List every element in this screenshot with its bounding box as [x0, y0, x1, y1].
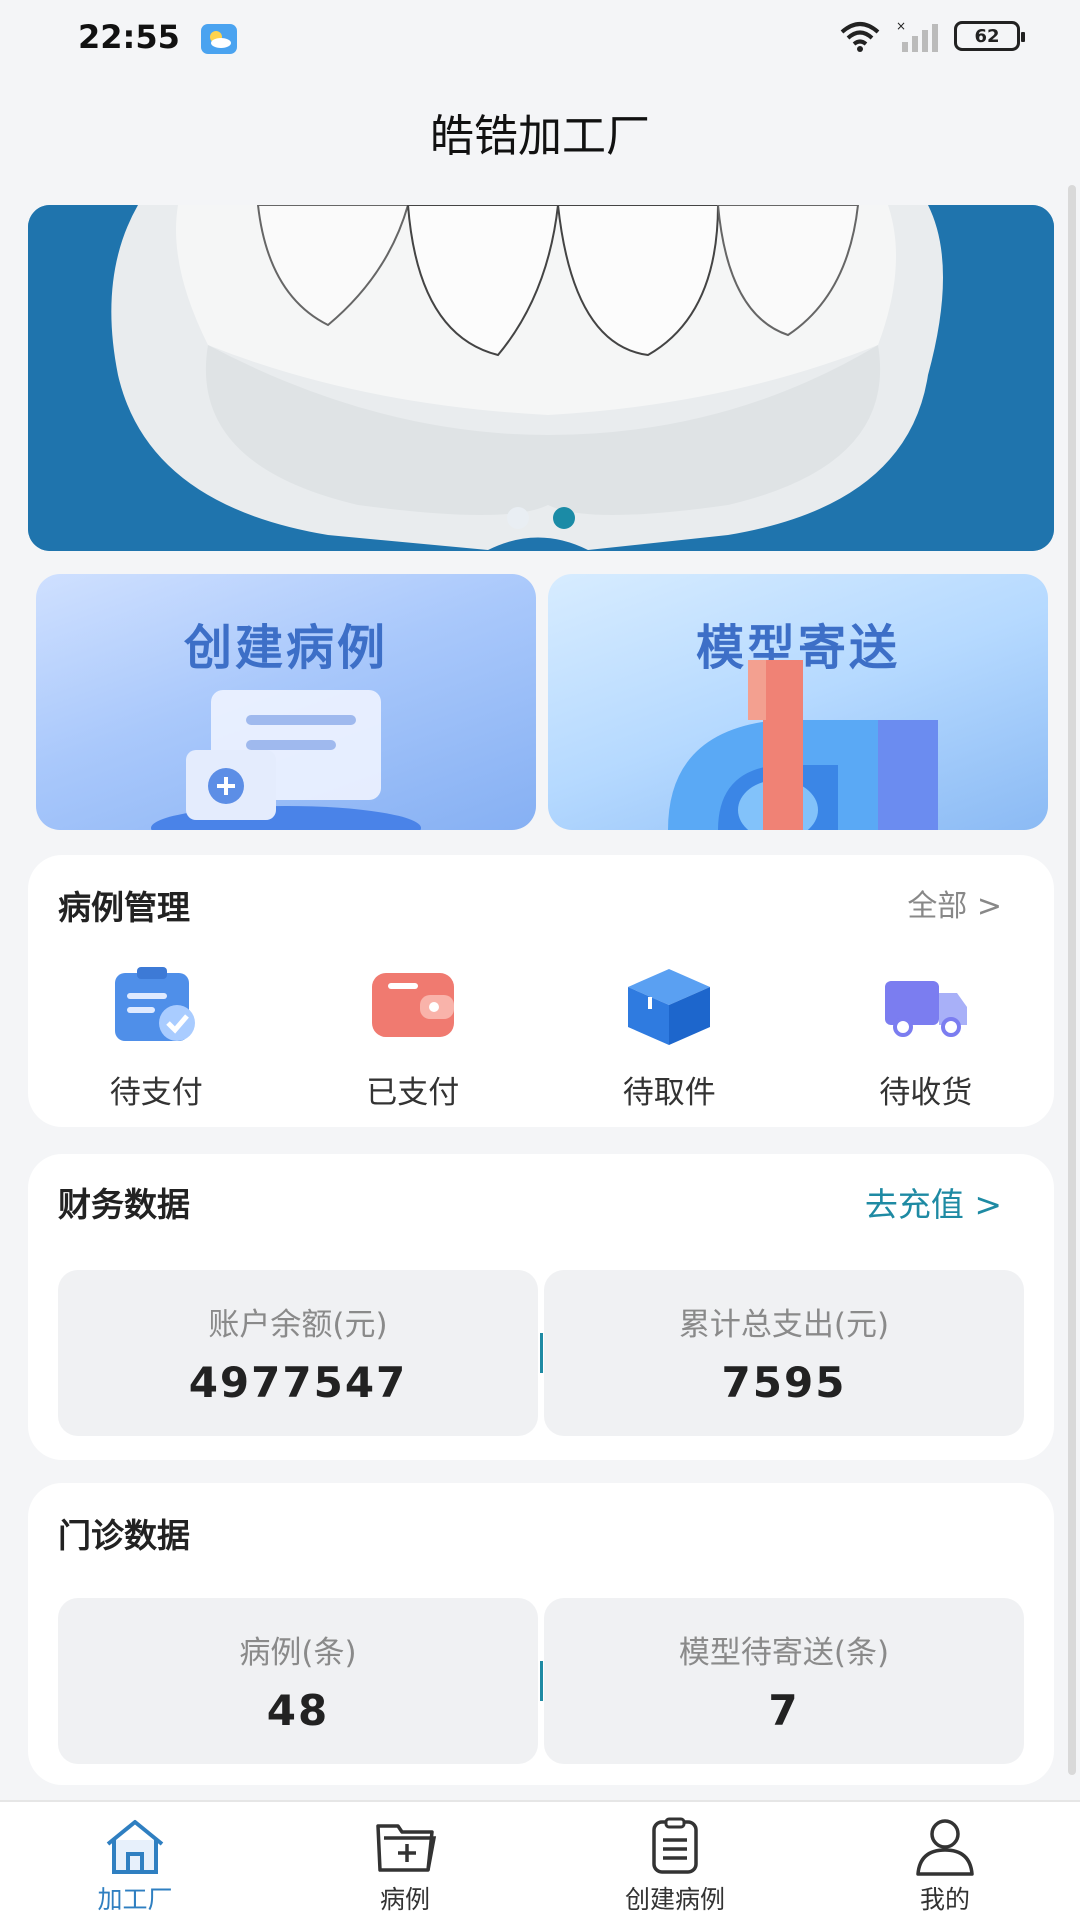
nav-label: 加工厂	[97, 1885, 173, 1914]
nav-create-case[interactable]: 创建病例	[540, 1802, 810, 1920]
document-icon	[652, 1817, 698, 1874]
status-label: 已支付	[366, 1075, 460, 1111]
pending-payment-icon	[115, 967, 196, 1041]
clinic-card: 门诊数据 病例(条) 48 模型待寄送(条) 7	[28, 1483, 1054, 1785]
case-count-box: 病例(条) 48	[58, 1598, 538, 1764]
status-time: 22:55	[78, 18, 180, 56]
home-icon	[106, 1820, 164, 1874]
create-case-illustration	[151, 690, 421, 830]
nav-label: 我的	[919, 1885, 970, 1914]
create-case-card[interactable]: 创建病例	[36, 574, 536, 830]
stat-value: 4977547	[188, 1358, 408, 1407]
status-pending-pickup[interactable]: 待取件	[541, 967, 798, 1112]
finance-card: 财务数据 去充值 > 账户余额(元) 4977547 累计总支出(元) 7595	[28, 1154, 1054, 1460]
stat-value: 7595	[721, 1358, 847, 1407]
nav-cases[interactable]: 病例	[270, 1802, 540, 1920]
truck-icon	[884, 981, 967, 1037]
bottom-nav: 加工厂 病例 创建病例 我的	[0, 1800, 1080, 1920]
account-balance-box: 账户余额(元) 4977547	[58, 1270, 538, 1436]
nav-label: 创建病例	[624, 1885, 725, 1914]
nav-factory[interactable]: 加工厂	[0, 1802, 270, 1920]
app-root: 22:55 × 62 皓锆加工厂 创建病例 模型寄送 病例管理 全部 > 待支付…	[0, 0, 1080, 1920]
svg-text:×: ×	[896, 20, 906, 33]
nav-label: 病例	[379, 1885, 430, 1914]
wifi-icon	[840, 22, 880, 52]
model-shipping-illustration	[668, 660, 938, 830]
dental-model-image	[28, 205, 1054, 551]
total-expense-box: 累计总支出(元) 7595	[544, 1270, 1024, 1436]
scrollbar[interactable]	[1068, 185, 1076, 1775]
signal-icon: ×	[896, 20, 938, 52]
stat-value: 7	[768, 1686, 800, 1735]
case-management-title: 病例管理	[58, 888, 190, 927]
clinic-stats: 病例(条) 48 模型待寄送(条) 7	[58, 1598, 1024, 1764]
user-icon	[916, 1819, 974, 1876]
carousel-indicator	[28, 507, 1054, 529]
stat-divider	[539, 1333, 543, 1373]
case-status-list: 待支付 已支付 待取件 待收货	[28, 967, 1054, 1112]
stat-value: 48	[266, 1686, 330, 1735]
status-icons: × 62	[838, 20, 1025, 52]
view-all-link[interactable]: 全部 >	[907, 881, 1002, 925]
wallet-icon	[371, 973, 454, 1037]
status-pending-receipt[interactable]: 待收货	[798, 967, 1055, 1112]
battery-icon: 62	[954, 21, 1025, 51]
recharge-link[interactable]: 去充值 >	[865, 1178, 1002, 1226]
finance-stats: 账户余额(元) 4977547 累计总支出(元) 7595	[58, 1270, 1024, 1436]
nav-mine[interactable]: 我的	[810, 1802, 1080, 1920]
stat-divider	[539, 1661, 543, 1701]
stat-label: 账户余额(元)	[208, 1307, 388, 1343]
status-bar: 22:55 × 62	[0, 0, 1080, 80]
status-label: 待支付	[109, 1075, 203, 1111]
stat-label: 模型待寄送(条)	[678, 1635, 890, 1671]
model-shipping-card[interactable]: 模型寄送	[548, 574, 1048, 830]
clinic-title: 门诊数据	[58, 1516, 190, 1555]
box-icon	[628, 969, 711, 1045]
page-title: 皓锆加工厂	[430, 111, 650, 162]
weather-icon	[201, 24, 237, 54]
stat-label: 病例(条)	[239, 1635, 357, 1671]
banner-carousel[interactable]	[28, 205, 1054, 551]
status-label: 待收货	[879, 1075, 973, 1111]
finance-title: 财务数据	[58, 1185, 190, 1224]
folder-plus-icon	[376, 1824, 437, 1872]
models-to-ship-box: 模型待寄送(条) 7	[544, 1598, 1024, 1764]
battery-level: 62	[974, 25, 1000, 47]
status-paid[interactable]: 已支付	[285, 967, 542, 1112]
status-pending-payment[interactable]: 待支付	[28, 967, 285, 1112]
case-management-card: 病例管理 全部 > 待支付 已支付 待取件 待收货	[28, 855, 1054, 1127]
carousel-dot[interactable]	[507, 507, 529, 529]
stat-label: 累计总支出(元)	[678, 1307, 890, 1343]
status-label: 待取件	[622, 1075, 716, 1111]
carousel-dot-active[interactable]	[553, 507, 575, 529]
